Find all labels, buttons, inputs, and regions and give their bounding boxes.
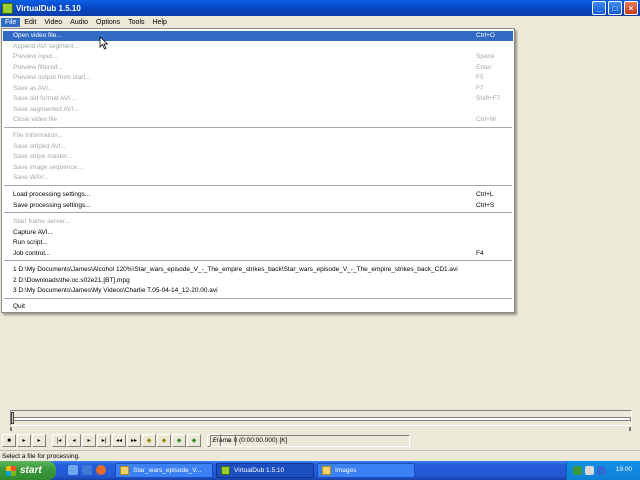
- tray-volume-icon[interactable]: [585, 466, 594, 475]
- minimize-button[interactable]: _: [592, 1, 606, 15]
- tray-network-icon[interactable]: [573, 466, 582, 475]
- menu-tools[interactable]: Tools: [124, 18, 148, 27]
- menu-preview-output[interactable]: Preview output from start... F5: [3, 73, 513, 83]
- menu-audio[interactable]: Audio: [66, 18, 92, 27]
- title-bar: VirtualDub 1.5.10 _ □ ×: [0, 0, 640, 16]
- menu-start-frame-server[interactable]: Start frame server...: [3, 217, 513, 227]
- close-button[interactable]: ×: [624, 1, 638, 15]
- stop-icon[interactable]: ■: [2, 434, 16, 447]
- menu-close-video-file[interactable]: Close video file Ctrl+W: [3, 115, 513, 125]
- mark-in-icon[interactable]: ◆: [172, 434, 186, 447]
- forward-icon[interactable]: ▸: [82, 434, 96, 447]
- menu-run-script[interactable]: Run script...: [3, 238, 513, 248]
- menu-append-avi-segment[interactable]: Append AVI segment...: [3, 42, 513, 52]
- task-virtualdub[interactable]: VirtualDub 1.5.10: [216, 463, 314, 478]
- menu-save-as-avi[interactable]: Save as AVI... F7: [3, 84, 513, 94]
- menu-save-stripe-master[interactable]: Save stripe master...: [3, 152, 513, 162]
- end-icon[interactable]: ▸|: [97, 434, 111, 447]
- timeline-slider[interactable]: [10, 410, 632, 426]
- menu-preview-filtered[interactable]: Preview filtered... Enter: [3, 63, 513, 73]
- timeline-track: [11, 417, 631, 421]
- next-keyframe-icon[interactable]: ▸▸: [127, 434, 141, 447]
- start-button[interactable]: start: [0, 461, 56, 480]
- menu-capture-avi[interactable]: Capture AVI...: [3, 228, 513, 238]
- file-menu-dropdown: Open video file... Ctrl+O Append AVI segm…: [1, 28, 515, 313]
- menu-save-wav[interactable]: Save WAV...: [3, 173, 513, 183]
- menu-separator: [4, 127, 512, 129]
- folder-icon: [120, 466, 129, 475]
- play-output-icon[interactable]: ▸: [32, 434, 46, 447]
- menu-bar: File Edit Video Audio Options Tools Help: [0, 16, 640, 28]
- menu-recent-file-1[interactable]: 1 D:\My Documents\James\Alcohol 120%\Sta…: [3, 265, 513, 275]
- play-input-icon[interactable]: ▸: [17, 434, 31, 447]
- scene-forward-icon[interactable]: ◆: [157, 434, 171, 447]
- system-tray: 19:00: [566, 461, 640, 480]
- mouse-cursor-icon: [99, 36, 109, 50]
- prev-keyframe-icon[interactable]: ◂◂: [112, 434, 126, 447]
- menu-job-control[interactable]: Job control... F4: [3, 249, 513, 259]
- menu-open-video-file[interactable]: Open video file... Ctrl+O: [3, 31, 513, 41]
- timeline-ticks: [10, 427, 631, 431]
- clock: 19:00: [615, 466, 632, 473]
- virtualdub-icon: [221, 466, 230, 475]
- folder-icon: [322, 466, 331, 475]
- menu-file-information[interactable]: File Information...: [3, 131, 513, 141]
- menu-file[interactable]: File: [1, 17, 21, 27]
- mark-out-icon[interactable]: ◆: [187, 434, 201, 447]
- position-toolbar: ■ ▸ ▸ |◂ ◂ ▸ ▸| ◂◂ ▸▸ ◆ ◆ ◆ ◆ ⊥ ⊥: [2, 434, 237, 448]
- scene-back-icon[interactable]: ◆: [142, 434, 156, 447]
- menu-separator: [4, 185, 512, 187]
- menu-preview-input[interactable]: Preview input... Space: [3, 52, 513, 62]
- frame-readout: Frame 0 (0:00:00.000) [K]: [210, 435, 410, 447]
- firefox-icon[interactable]: [96, 465, 106, 475]
- start-icon[interactable]: |◂: [52, 434, 66, 447]
- menu-recent-file-3[interactable]: 3 D:\My Documents\James\My Videos\Charli…: [3, 286, 513, 296]
- app-icon[interactable]: [2, 2, 13, 14]
- window-title: VirtualDub 1.5.10: [16, 3, 81, 13]
- windows-logo-icon: [6, 465, 16, 476]
- task-star-wars-folder[interactable]: Star_wars_episode_V...: [115, 463, 213, 478]
- menu-save-processing-settings[interactable]: Save processing settings... Ctrl+S: [3, 201, 513, 211]
- menu-save-image-sequence[interactable]: Save image sequence...: [3, 163, 513, 173]
- start-label: start: [20, 465, 42, 476]
- menu-save-segmented-avi[interactable]: Save segmented AVI...: [3, 105, 513, 115]
- status-bar: Select a file for processing.: [0, 450, 640, 461]
- menu-quit[interactable]: Quit: [3, 302, 513, 312]
- menu-separator: [4, 260, 512, 262]
- menu-save-striped-avi[interactable]: Save striped AVI...: [3, 142, 513, 152]
- menu-separator: [4, 298, 512, 300]
- menu-edit[interactable]: Edit: [20, 18, 40, 27]
- taskbar: start Star_wars_episode_V... VirtualDub …: [0, 461, 640, 480]
- menu-separator: [4, 212, 512, 214]
- tray-app-icon[interactable]: [597, 466, 606, 475]
- menu-save-old-format-avi[interactable]: Save old format AVI... Shift+F7: [3, 94, 513, 104]
- maximize-button[interactable]: □: [608, 1, 622, 15]
- task-images-folder[interactable]: Images: [317, 463, 415, 478]
- back-icon[interactable]: ◂: [67, 434, 81, 447]
- menu-load-processing-settings[interactable]: Load processing settings... Ctrl+L: [3, 190, 513, 200]
- timeline-thumb[interactable]: [11, 412, 14, 424]
- show-desktop-icon[interactable]: [68, 465, 78, 475]
- menu-recent-file-2[interactable]: 2 D:\Downloads\the.oc.s02e21.[BT].mpg: [3, 276, 513, 286]
- menu-options[interactable]: Options: [92, 18, 124, 27]
- internet-explorer-icon[interactable]: [82, 465, 92, 475]
- menu-help[interactable]: Help: [149, 18, 171, 27]
- menu-video[interactable]: Video: [40, 18, 66, 27]
